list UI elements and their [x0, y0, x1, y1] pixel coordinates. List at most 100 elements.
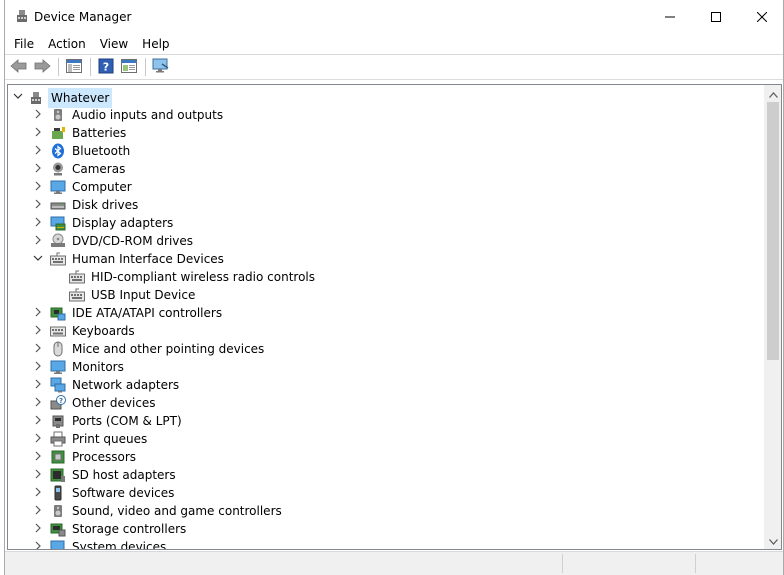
forward-arrow-icon: [33, 58, 51, 76]
speaker-icon: [50, 107, 66, 123]
tree-category-label[interactable]: Storage controllers: [70, 520, 188, 538]
device-tree-view[interactable]: Whatever Audio inputs and outputs Batteri…: [7, 84, 782, 550]
expand-chevron-icon[interactable]: [32, 231, 44, 249]
toolbar-separator: [145, 58, 146, 76]
expand-chevron-icon[interactable]: [32, 213, 44, 231]
expand-chevron-icon[interactable]: [32, 393, 44, 411]
printer-icon: [50, 431, 66, 447]
expand-chevron-icon[interactable]: [32, 303, 44, 321]
tree-category-label[interactable]: Keyboards: [70, 322, 137, 340]
mouse-icon: [50, 341, 66, 357]
scan-hardware-button[interactable]: [150, 57, 172, 77]
speaker-icon: [50, 503, 66, 519]
menu-view[interactable]: View: [93, 34, 135, 54]
tree-root-label[interactable]: Whatever: [48, 88, 113, 108]
network-icon: [50, 377, 66, 393]
chevron-up-icon: [768, 87, 778, 101]
expand-chevron-icon[interactable]: [32, 483, 44, 501]
ide-controller-icon: [50, 305, 66, 321]
expand-chevron-icon[interactable]: [32, 429, 44, 447]
processor-icon: [50, 449, 66, 465]
optical-drive-icon: [50, 233, 66, 249]
tree-category-label[interactable]: Disk drives: [70, 196, 140, 214]
tree-category-label[interactable]: Monitors: [70, 358, 126, 376]
expand-chevron-icon[interactable]: [32, 195, 44, 213]
maximize-button[interactable]: [693, 0, 739, 33]
tree-category-label[interactable]: Mice and other pointing devices: [70, 340, 266, 358]
expand-chevron-icon[interactable]: [32, 105, 44, 123]
tree-category-label[interactable]: Batteries: [70, 124, 128, 142]
expand-chevron-icon[interactable]: [32, 375, 44, 393]
bluetooth-icon: [50, 143, 66, 159]
system-device-icon: [50, 539, 66, 549]
menu-help[interactable]: Help: [135, 34, 176, 54]
tree-category-label[interactable]: Human Interface Devices: [70, 250, 226, 268]
expand-chevron-icon[interactable]: [32, 177, 44, 195]
monitor-icon: [50, 359, 66, 375]
title-bar[interactable]: Device Manager: [5, 0, 783, 33]
tree-category-label[interactable]: Computer: [70, 178, 134, 196]
hid-icon: [69, 287, 85, 303]
tree-category-label[interactable]: Software devices: [70, 484, 176, 502]
tree-category-label[interactable]: Bluetooth: [70, 142, 132, 160]
expand-chevron-icon[interactable]: [32, 537, 44, 549]
tree-device-label[interactable]: USB Input Device: [89, 286, 197, 304]
status-pane: [695, 554, 784, 573]
expand-chevron-icon[interactable]: [32, 141, 44, 159]
tree-category-label[interactable]: Processors: [70, 448, 138, 466]
expand-chevron-icon[interactable]: [32, 411, 44, 429]
tree-category-label[interactable]: Audio inputs and outputs: [70, 106, 225, 124]
scrollbar-thumb[interactable]: [767, 102, 779, 360]
scroll-down-button[interactable]: [765, 532, 781, 549]
expand-chevron-icon[interactable]: [32, 339, 44, 357]
tree-category-label[interactable]: SD host adapters: [70, 466, 178, 484]
menu-action[interactable]: Action: [41, 34, 93, 54]
expand-chevron-icon[interactable]: [32, 465, 44, 483]
tree-device-label[interactable]: HID-compliant wireless radio controls: [89, 268, 317, 286]
port-icon: [50, 413, 66, 429]
status-bar: [5, 551, 783, 575]
close-button[interactable]: [739, 0, 784, 33]
tree-category-label[interactable]: System devices: [70, 538, 168, 549]
tree-category-label[interactable]: Sound, video and game controllers: [70, 502, 284, 520]
monitor-icon: [50, 179, 66, 195]
minimize-button[interactable]: [647, 0, 693, 33]
help-button[interactable]: ?: [95, 57, 117, 77]
expand-chevron-icon[interactable]: [32, 123, 44, 141]
svg-text:?: ?: [59, 397, 63, 405]
show-hide-console-tree-button[interactable]: [63, 57, 85, 77]
computer-icon: [28, 90, 44, 106]
expand-chevron-icon[interactable]: [32, 357, 44, 375]
software-device-icon: [50, 485, 66, 501]
tree-category-label[interactable]: Other devices: [70, 394, 158, 412]
expand-chevron-icon[interactable]: [32, 321, 44, 339]
collapse-chevron-icon[interactable]: [32, 249, 44, 267]
hid-icon: [50, 251, 66, 267]
hid-icon: [69, 269, 85, 285]
status-pane: [562, 554, 695, 573]
toolbar-separator: [58, 58, 59, 76]
properties-icon: [121, 58, 137, 76]
properties-button[interactable]: [118, 57, 140, 77]
collapse-chevron-icon[interactable]: [12, 87, 24, 105]
tree-category-label[interactable]: DVD/CD-ROM drives: [70, 232, 195, 250]
expand-chevron-icon[interactable]: [32, 501, 44, 519]
tree-category-label[interactable]: Print queues: [70, 430, 149, 448]
expand-chevron-icon[interactable]: [32, 159, 44, 177]
expand-chevron-icon[interactable]: [32, 519, 44, 537]
expand-chevron-icon[interactable]: [32, 447, 44, 465]
vertical-scrollbar[interactable]: [764, 85, 781, 549]
chevron-down-icon: [768, 534, 778, 548]
tree-category-label[interactable]: Display adapters: [70, 214, 175, 232]
tree-category-label[interactable]: Network adapters: [70, 376, 181, 394]
scroll-up-button[interactable]: [765, 85, 781, 102]
tree-category-label[interactable]: Cameras: [70, 160, 127, 178]
menu-file[interactable]: File: [7, 34, 41, 54]
tree-category-label[interactable]: Ports (COM & LPT): [70, 412, 184, 430]
device-manager-window: Device Manager File Action View Help ? W…: [4, 0, 784, 575]
forward-button[interactable]: [31, 57, 53, 77]
help-icon: ?: [98, 58, 114, 77]
back-button[interactable]: [8, 57, 30, 77]
device-manager-icon: [14, 8, 30, 24]
tree-category-label[interactable]: IDE ATA/ATAPI controllers: [70, 304, 224, 322]
